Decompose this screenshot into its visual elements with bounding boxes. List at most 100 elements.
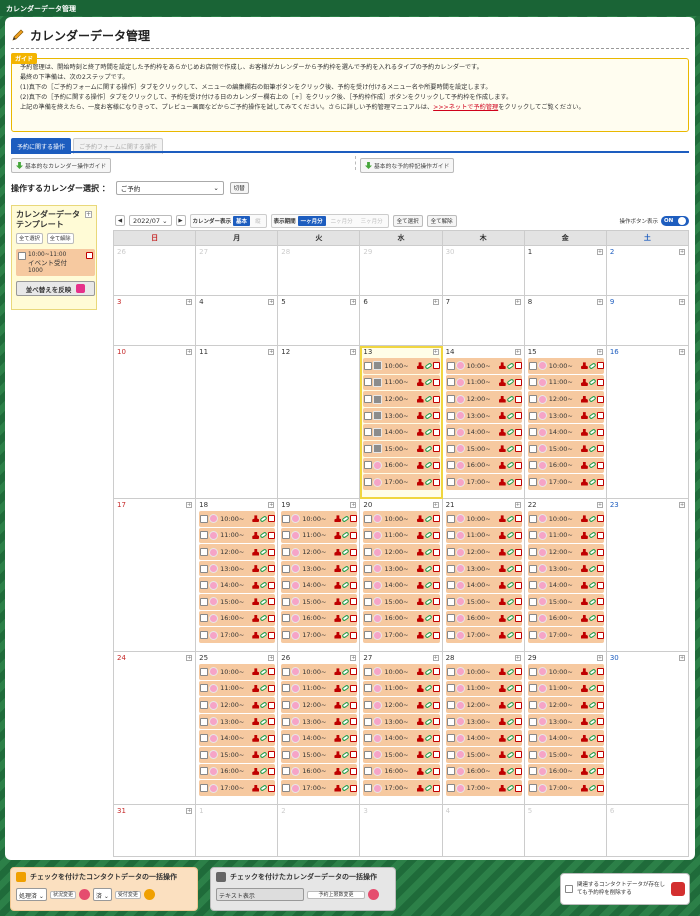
slot-checkbox[interactable]	[282, 548, 291, 557]
link-icon[interactable]	[588, 428, 597, 436]
reservation-slot[interactable]: 15:00~	[363, 441, 440, 457]
person-icon[interactable]	[580, 548, 588, 556]
person-icon[interactable]	[498, 751, 506, 759]
slot-checkbox[interactable]	[528, 411, 537, 420]
link-icon[interactable]	[424, 395, 433, 403]
slot-checkbox[interactable]	[446, 444, 455, 453]
link-icon[interactable]	[588, 395, 597, 403]
reservation-slot[interactable]: 14:00~	[281, 730, 358, 746]
reservation-slot[interactable]: 11:00~	[527, 374, 604, 391]
slot-checkbox[interactable]	[200, 631, 209, 639]
link-icon[interactable]	[341, 701, 350, 709]
slot-checkbox[interactable]	[446, 514, 455, 523]
slot-checkbox[interactable]	[200, 767, 209, 776]
person-icon[interactable]	[498, 734, 506, 742]
slot-checkbox[interactable]	[364, 614, 373, 623]
reservation-slot[interactable]: 13:00~	[527, 560, 604, 577]
document-icon[interactable]	[596, 701, 604, 709]
document-icon[interactable]	[432, 668, 440, 676]
document-icon[interactable]	[432, 478, 440, 486]
add-slot-icon[interactable]: +	[268, 349, 275, 355]
slot-checkbox[interactable]	[282, 614, 291, 623]
person-icon[interactable]	[580, 784, 588, 792]
link-icon[interactable]	[259, 668, 268, 676]
slot-checkbox[interactable]	[200, 784, 209, 792]
document-icon[interactable]	[268, 565, 276, 573]
slot-checkbox[interactable]	[446, 614, 455, 623]
add-slot-icon[interactable]: +	[186, 349, 193, 355]
slot-checkbox[interactable]	[528, 784, 537, 792]
add-slot-icon[interactable]: +	[268, 502, 275, 508]
reservation-slot[interactable]: 11:00~	[199, 527, 276, 544]
period-one-month-button[interactable]: 一ヶ月分	[297, 215, 326, 226]
slot-checkbox[interactable]	[446, 701, 455, 710]
link-icon[interactable]	[259, 515, 268, 523]
slot-checkbox[interactable]	[446, 581, 455, 590]
reservation-slot[interactable]: 15:00~	[199, 594, 276, 610]
document-icon[interactable]	[514, 734, 522, 742]
refresh-icon[interactable]	[78, 889, 90, 900]
document-icon[interactable]	[350, 784, 358, 792]
person-icon[interactable]	[252, 531, 260, 539]
calendar-day-11[interactable]: 11 +	[196, 346, 279, 499]
template-select-all-button[interactable]: 全て選択	[16, 233, 43, 244]
person-icon[interactable]	[416, 565, 424, 573]
document-icon[interactable]	[432, 614, 440, 622]
reservation-slot[interactable]: 12:00~	[445, 391, 522, 407]
slot-checkbox[interactable]	[200, 597, 209, 606]
document-icon[interactable]	[432, 684, 440, 692]
person-icon[interactable]	[580, 531, 588, 539]
slot-checkbox[interactable]	[364, 597, 373, 606]
document-icon[interactable]	[350, 684, 358, 692]
document-icon[interactable]	[514, 362, 522, 370]
document-icon[interactable]	[268, 718, 276, 726]
template-deselect-all-button[interactable]: 全て解除	[46, 233, 74, 244]
reservation-slot[interactable]: 11:00~	[527, 680, 604, 697]
slot-checkbox[interactable]	[364, 564, 373, 573]
person-icon[interactable]	[416, 445, 424, 453]
link-icon[interactable]	[341, 614, 350, 623]
add-slot-icon[interactable]: +	[514, 655, 521, 661]
slot-checkbox[interactable]	[282, 767, 291, 776]
slot-checkbox[interactable]	[528, 531, 537, 540]
reservation-slot[interactable]: 13:00~	[363, 560, 440, 577]
slot-checkbox[interactable]	[446, 395, 455, 404]
document-icon[interactable]	[514, 631, 522, 639]
slot-checkbox[interactable]	[364, 631, 373, 639]
link-icon[interactable]	[588, 531, 597, 540]
person-icon[interactable]	[498, 668, 506, 676]
add-slot-icon[interactable]: +	[432, 655, 439, 661]
add-slot-icon[interactable]: +	[678, 502, 685, 508]
slot-checkbox[interactable]	[446, 564, 455, 573]
link-icon[interactable]	[424, 717, 433, 726]
slot-checkbox[interactable]	[200, 717, 209, 726]
link-icon[interactable]	[506, 784, 515, 792]
document-icon[interactable]	[350, 718, 358, 726]
document-icon[interactable]	[350, 531, 358, 539]
document-icon[interactable]	[268, 751, 276, 759]
slot-checkbox[interactable]	[200, 548, 209, 557]
document-icon[interactable]	[268, 531, 276, 539]
refresh-icon[interactable]	[368, 889, 379, 900]
reservation-slot[interactable]: 15:00~	[363, 594, 440, 610]
slot-checkbox[interactable]	[364, 684, 373, 693]
link-icon[interactable]	[424, 784, 433, 792]
calendar-day-16[interactable]: 16 +	[606, 346, 689, 499]
link-icon[interactable]	[341, 734, 350, 742]
calendar-day-30[interactable]: 30 +	[606, 652, 689, 805]
reservation-slot[interactable]: 13:00~	[199, 560, 276, 577]
person-icon[interactable]	[498, 598, 506, 606]
reservation-slot[interactable]: 15:00~	[281, 747, 358, 763]
slot-checkbox[interactable]	[446, 667, 455, 676]
person-icon[interactable]	[334, 548, 342, 556]
document-icon[interactable]	[514, 412, 522, 420]
person-icon[interactable]	[416, 668, 424, 676]
person-icon[interactable]	[334, 718, 342, 726]
link-icon[interactable]	[424, 701, 433, 709]
add-template-icon[interactable]: +	[85, 211, 92, 218]
slot-checkbox[interactable]	[528, 478, 537, 486]
add-slot-icon[interactable]: +	[186, 655, 193, 661]
slot-checkbox[interactable]	[528, 597, 537, 606]
person-icon[interactable]	[334, 668, 342, 676]
document-icon[interactable]	[432, 734, 440, 742]
